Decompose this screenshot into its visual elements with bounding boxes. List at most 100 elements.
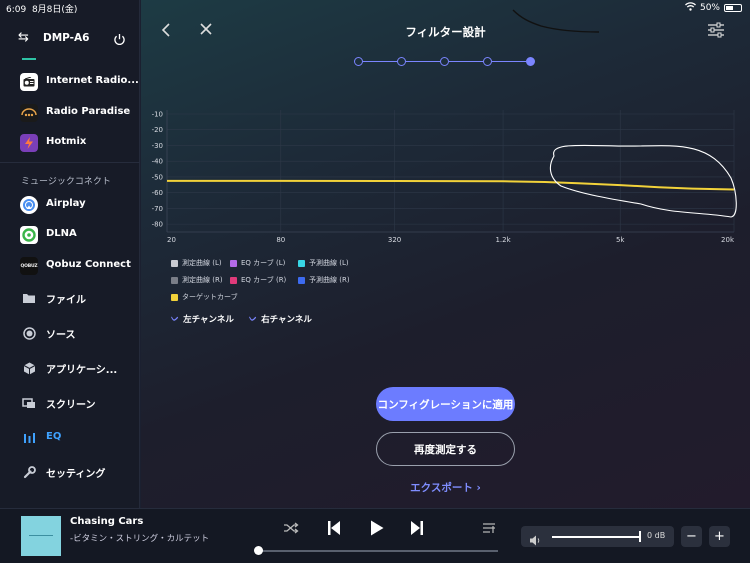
x-tick-label: 1.2k [495,236,511,244]
x-tick-label: 80 [276,236,285,244]
device-selector[interactable]: ⇆ DMP-A6 [0,26,140,50]
legend-swatch [230,276,237,284]
volume-up-button[interactable]: + [709,526,730,547]
sidebar-item-files[interactable]: ファイル [0,285,140,311]
power-icon[interactable] [113,31,126,45]
legend-label: 予測曲線 (L) [309,259,349,267]
legend-item[interactable]: 予測曲線 (R) [298,275,350,285]
sidebar-item-dlna[interactable]: DLNA [0,222,140,248]
sidebar-item-airplay[interactable]: Airplay [0,192,140,218]
legend-label: 測定曲線 (L) [182,259,222,267]
next-button[interactable] [408,519,426,537]
step-indicator [354,56,538,68]
skip-back-icon [328,521,340,535]
step-dot [483,57,492,66]
battery-icon [724,4,742,12]
previous-button[interactable] [325,519,343,537]
volume-knob[interactable] [639,531,641,542]
sidebar-item-eq[interactable]: EQ [0,425,140,451]
queue-icon [483,523,495,533]
sliders-icon [708,22,724,38]
legend-swatch [171,259,178,267]
volume-slider[interactable] [552,536,640,538]
divider [0,162,140,163]
sidebar-item-label: Hotmix [46,136,87,147]
sidebar-item-label: スクリーン [46,400,96,411]
legend-item[interactable]: EQ カーブ (R) [230,275,286,285]
remeasure-button[interactable]: 再度測定する [376,432,515,466]
y-tick-label: -60 [152,189,163,197]
legend-item[interactable]: ターゲットカーブ [171,292,238,302]
sidebar-item-applications[interactable]: アプリケーシ... [0,355,140,381]
sidebar-item-label: Airplay [46,198,86,209]
apps-icon [20,359,38,377]
hotmix-icon [20,134,38,152]
sidebar-item-screen[interactable]: スクリーン [0,390,140,416]
legend-item[interactable]: EQ カーブ (L) [230,258,285,268]
track-artist: -ビタミン・ストリング・カルテット [70,534,210,544]
sidebar-item-label: Qobuz Connect [46,259,131,270]
legend-item[interactable]: 予測曲線 (L) [298,258,349,268]
settings-button[interactable] [707,22,727,40]
step-connector [449,61,483,62]
player-bar: Chasing Cars -ビタミン・ストリング・カルテット 0 dB − + [0,508,750,563]
hand-drawn-annotation [549,144,737,218]
play-button[interactable] [368,519,386,537]
x-tick-label: 5k [616,236,625,244]
sidebar-item-qobuz[interactable]: QOBUZ Qobuz Connect [0,253,140,279]
legend-item[interactable]: 測定曲線 (L) [171,258,222,268]
speaker-icon[interactable] [529,531,541,550]
swap-device-icon[interactable]: ⇆ [18,30,29,45]
y-tick-label: -20 [152,126,163,134]
wifi-icon [685,2,696,14]
volume-down-button[interactable]: − [681,526,702,547]
sidebar-item-radio-paradise[interactable]: Radio Paradise [0,100,140,126]
album-art[interactable] [21,516,61,556]
play-icon [371,520,384,536]
y-tick-label: -10 [152,111,163,119]
sidebar-item-label: アプリケーシ... [46,365,118,376]
apply-config-button[interactable]: コンフィグレーションに適用 [376,387,515,421]
sidebar-item-label: DLNA [46,228,77,239]
legend-label: EQ カーブ (L) [241,259,286,267]
y-tick-label: -80 [152,221,163,229]
legend-label: ターゲットカーブ [182,293,238,301]
playback-progress[interactable] [258,550,498,552]
dlna-icon [20,226,38,244]
x-tick-label: 320 [388,236,401,244]
channel-label: 右チャンネル [261,315,312,325]
shuffle-button[interactable] [282,519,300,537]
step-dot [354,57,363,66]
legend-swatch [230,259,237,267]
left-channel-toggle[interactable]: ᨆ 左チャンネル [171,313,234,325]
sidebar-item-hotmix[interactable]: Hotmix [0,130,140,156]
track-title: Chasing Cars [70,516,144,527]
eye-icon: ᨆ [171,314,180,324]
screen-icon [20,394,38,412]
filter-design-panel: フィルター設計 -10 -20 -30 -40 -50 -60 -70 -80 20 80 320 1… [141,0,750,508]
export-link[interactable]: エクスポート › [141,480,750,495]
sidebar-item-source[interactable]: ソース [0,320,140,346]
right-channel-toggle[interactable]: ᨆ 右チャンネル [249,313,312,325]
skip-forward-icon [411,521,423,535]
sidebar-item-settings[interactable]: セッティング [0,459,140,485]
legend-label: EQ カーブ (R) [241,276,287,284]
frequency-response-chart: -10 -20 -30 -40 -50 -60 -70 -80 20 80 320 1.2k 5k 20k [152,110,737,244]
sidebar-item-label: Internet Radio... [46,75,139,86]
battery-percent: 50% [699,3,720,13]
sidebar-item-internet-radio[interactable]: Internet Radio... [0,69,140,95]
step-dot-active [526,57,535,66]
legend-label: 予測曲線 (R) [309,276,350,284]
x-tick-label: 20k [721,236,735,244]
scroll-indicator [22,58,36,60]
channel-label: 左チャンネル [183,315,234,325]
legend-item[interactable]: 測定曲線 (R) [171,275,223,285]
legend-swatch [171,276,178,284]
radio-icon [20,73,38,91]
queue-button[interactable] [480,519,498,537]
step-dot [440,57,449,66]
sidebar-item-label: セッティング [46,469,106,480]
y-tick-label: -50 [152,173,163,181]
legend-swatch [298,259,305,267]
progress-knob[interactable] [254,546,263,555]
